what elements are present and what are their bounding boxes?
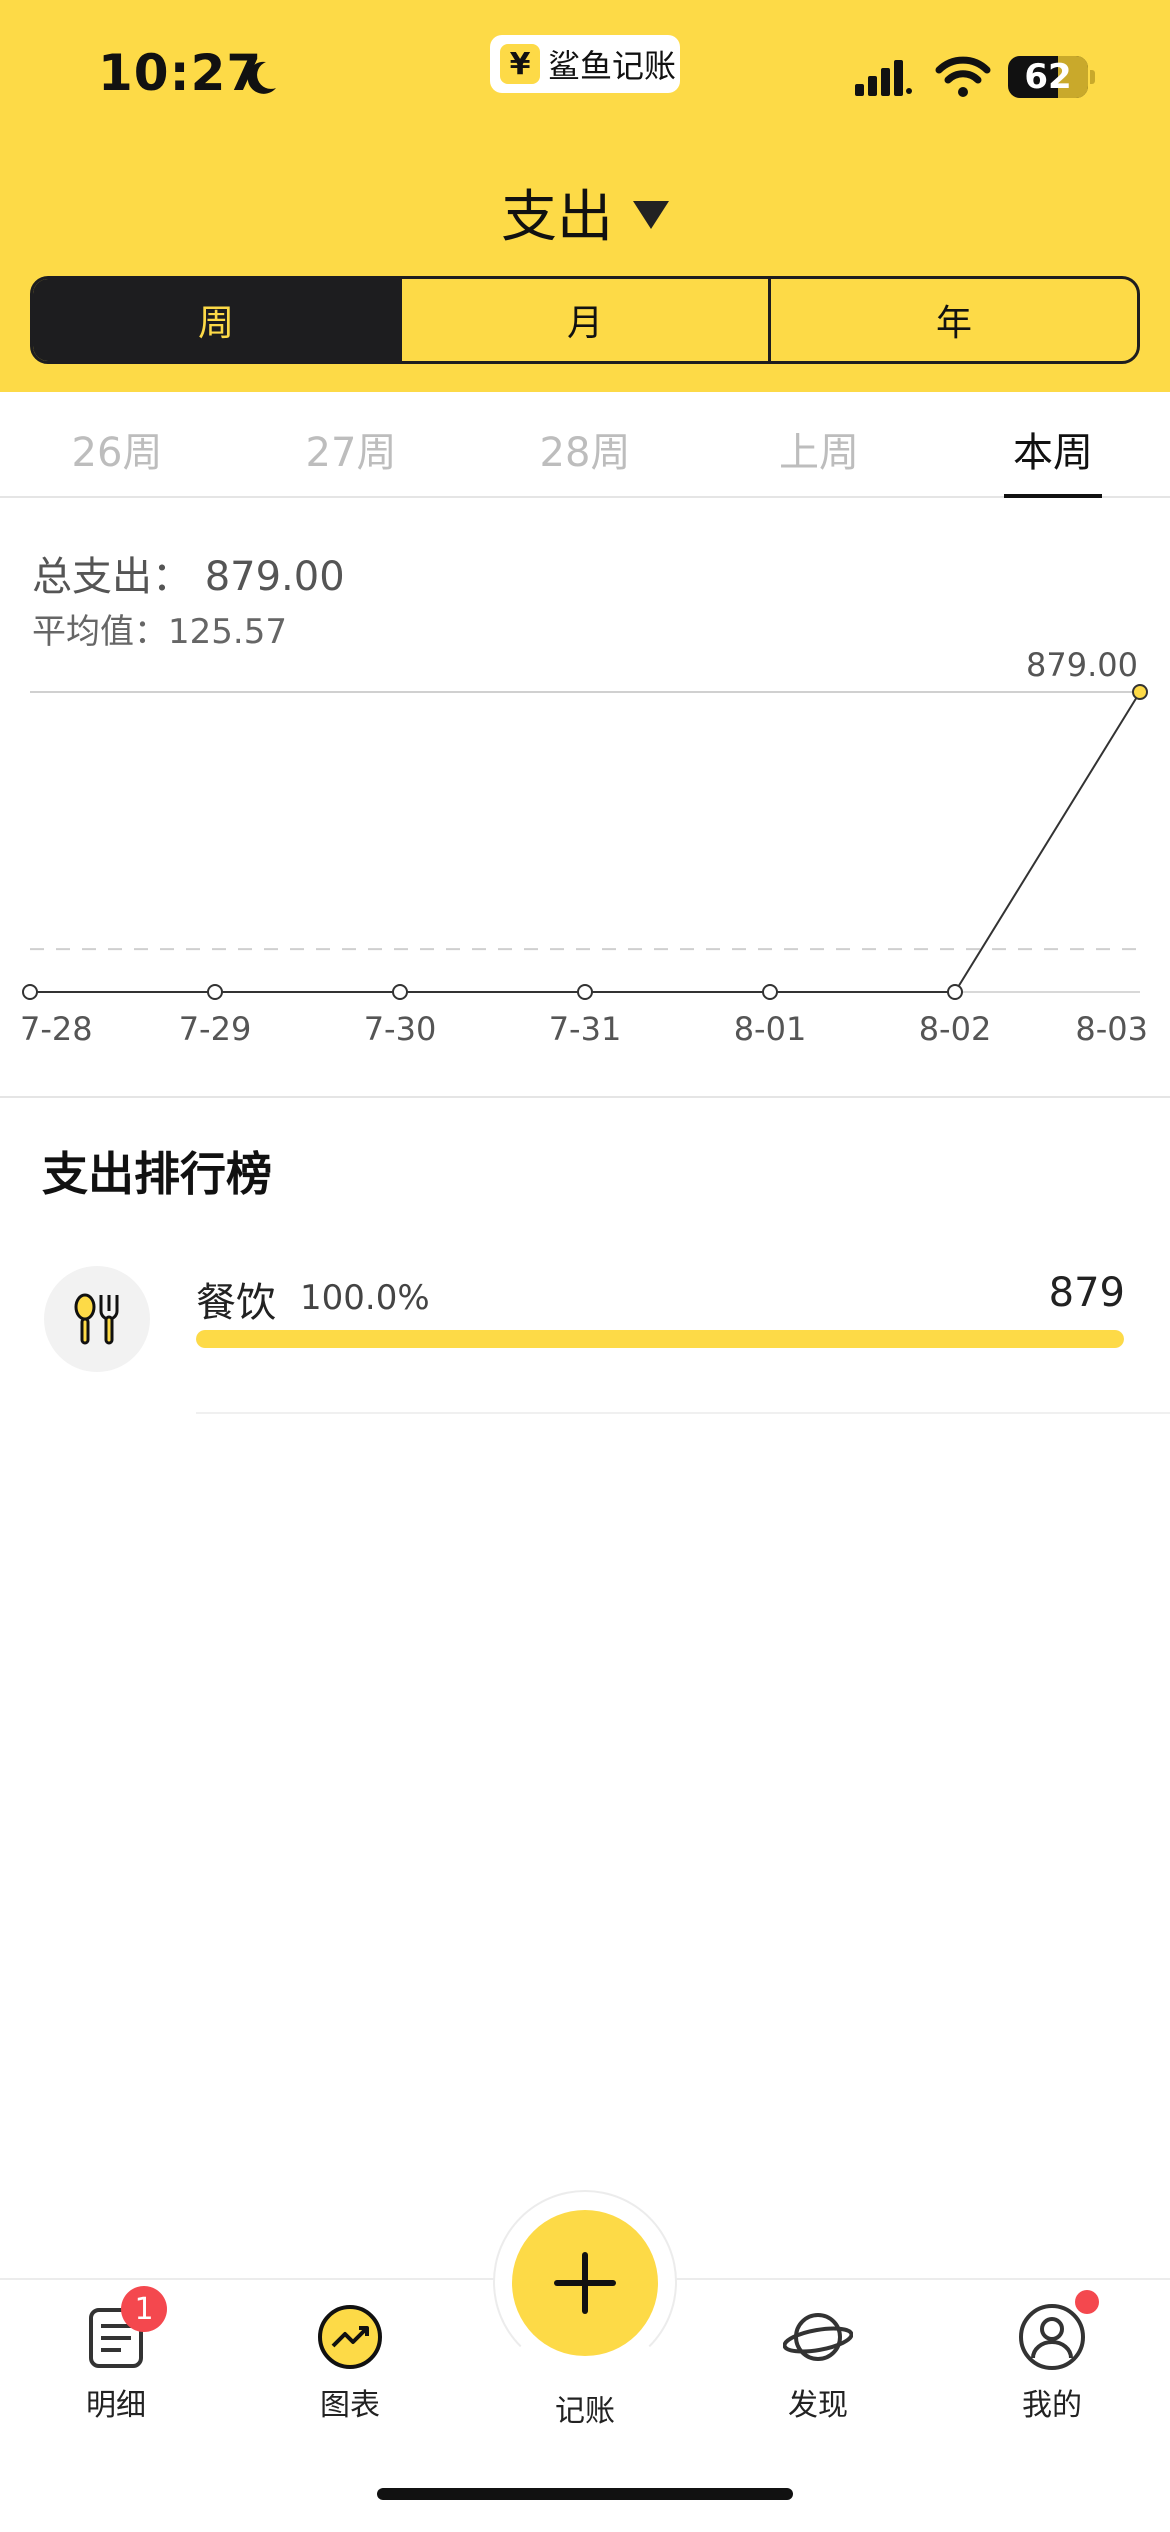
notification-badge: 1 xyxy=(121,2286,167,2332)
notification-dot xyxy=(1075,2290,1099,2314)
app-indicator: ¥ 鲨鱼记账 xyxy=(490,35,680,93)
header: 10:27 ¥ 鲨鱼记账 62 支出 周 月 年 xyxy=(0,0,1170,392)
category-percent: 100.0% xyxy=(300,1278,430,1318)
data-point xyxy=(947,984,963,1000)
data-point xyxy=(392,984,408,1000)
tab-details[interactable]: 1 明细 xyxy=(46,2286,186,2424)
app-name: 鲨鱼记账 xyxy=(548,47,677,85)
x-tick-label: 8-02 xyxy=(919,1010,992,1048)
tab-label: 明细 xyxy=(86,2388,146,2423)
x-tick-label: 7-31 xyxy=(549,1010,622,1048)
ranking-title: 支出排行榜 xyxy=(42,1147,272,1201)
category-progress-fill xyxy=(196,1330,1124,1348)
max-value-label: 879.00 xyxy=(1026,646,1138,684)
expense-line-chart: 879.00 7-28 7-29 7-30 7-31 8-01 8-02 8-03 xyxy=(20,646,1148,1048)
battery-level: 62 xyxy=(1024,57,1072,97)
x-tick-label: 8-01 xyxy=(734,1010,807,1048)
tab-this-week[interactable]: 本周 xyxy=(936,392,1170,498)
tab-week-28[interactable]: 28周 xyxy=(468,392,702,496)
ranking-item[interactable]: 餐饮 100.0% 879 xyxy=(0,1260,1170,1410)
segment-week[interactable]: 周 xyxy=(33,279,399,361)
tab-mine[interactable]: 我的 xyxy=(982,2290,1122,2424)
add-record-label: 记账 xyxy=(555,2394,615,2429)
category-progress xyxy=(196,1330,1124,1348)
battery-icon: 62 xyxy=(1008,56,1088,98)
yen-icon: ¥ xyxy=(500,44,540,84)
data-point xyxy=(22,984,38,1000)
segment-month[interactable]: 月 xyxy=(399,279,768,361)
tab-label: 我的 xyxy=(1022,2388,1082,2423)
list-icon: 1 xyxy=(81,2286,167,2372)
total-expense: 总支出： 879.00 xyxy=(32,554,345,600)
plus-icon xyxy=(554,2252,616,2314)
tab-last-week[interactable]: 上周 xyxy=(702,392,936,496)
tab-label: 发现 xyxy=(788,2388,848,2423)
x-tick-label: 7-30 xyxy=(364,1010,437,1048)
series-line xyxy=(30,691,1141,993)
user-icon xyxy=(1017,2290,1099,2372)
tab-week-27[interactable]: 27周 xyxy=(234,392,468,496)
divider xyxy=(0,1096,1170,1098)
tab-discover[interactable]: 发现 xyxy=(748,2302,888,2424)
home-indicator xyxy=(377,2488,793,2500)
segment-year[interactable]: 年 xyxy=(768,279,1137,361)
chart-icon xyxy=(315,2302,385,2372)
x-tick-label: 7-28 xyxy=(20,1010,93,1048)
tab-charts[interactable]: 图表 xyxy=(280,2302,420,2424)
tab-week-26[interactable]: 26周 xyxy=(0,392,234,496)
x-tick-label: 7-29 xyxy=(179,1010,252,1048)
category-name: 餐饮 xyxy=(196,1280,276,1326)
type-selector[interactable]: 支出 xyxy=(0,172,1170,253)
add-record-button[interactable] xyxy=(512,2210,658,2356)
week-tabs: 26周 27周 28周 上周 本周 xyxy=(0,392,1170,498)
signal-icon xyxy=(855,60,912,96)
status-time: 10:27 xyxy=(98,44,263,102)
category-amount: 879 xyxy=(1048,1270,1125,1316)
data-point xyxy=(577,984,593,1000)
data-point xyxy=(762,984,778,1000)
utensils-icon xyxy=(44,1266,150,1372)
data-point xyxy=(207,984,223,1000)
moon-icon xyxy=(247,61,276,94)
data-point xyxy=(1132,684,1148,700)
caret-down-icon xyxy=(633,200,669,229)
tab-label: 图表 xyxy=(320,2388,380,2423)
period-segmented-control: 周 月 年 xyxy=(30,276,1140,364)
wifi-icon xyxy=(935,56,991,97)
x-tick-label: 8-03 xyxy=(1075,1010,1148,1048)
planet-icon xyxy=(782,2302,854,2372)
page-title: 支出 xyxy=(501,185,613,250)
